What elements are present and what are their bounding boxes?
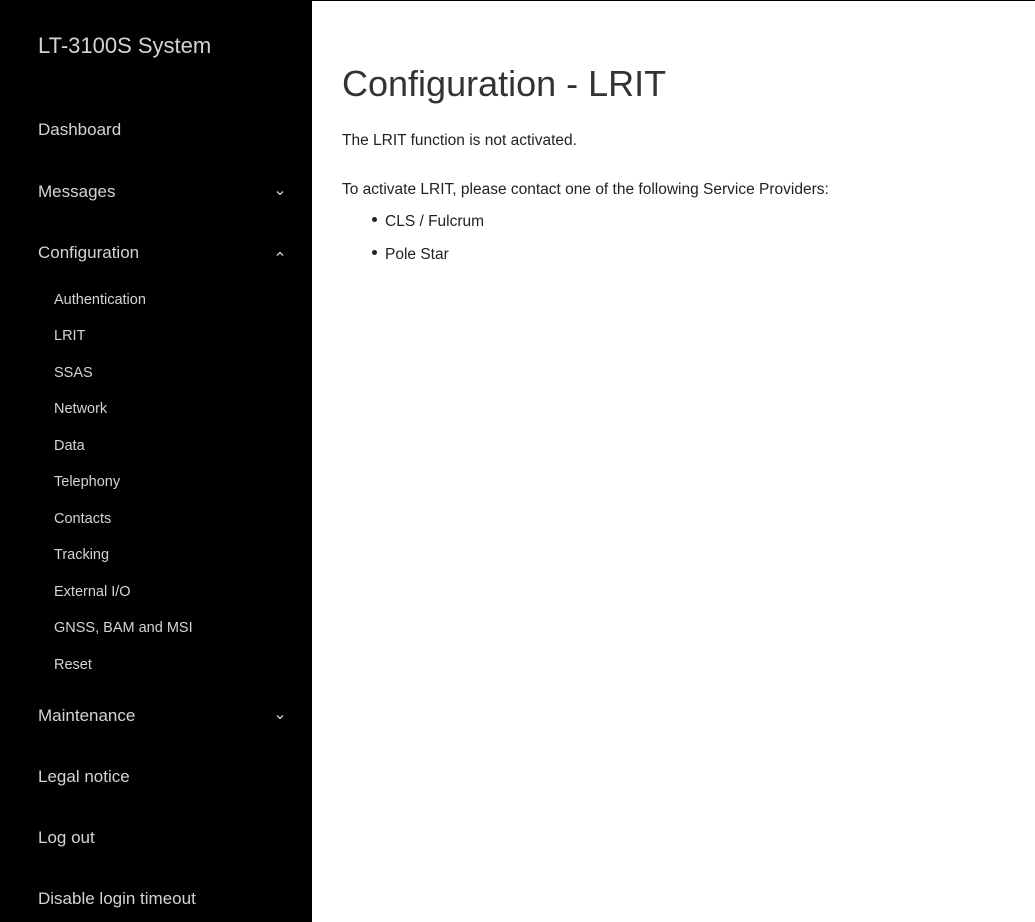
chevron-down-icon — [274, 179, 288, 205]
sidebar-subitem-reset[interactable]: Reset — [54, 654, 92, 676]
list-item: CLS / Fulcrum — [372, 213, 484, 231]
lrit-status-text: The LRIT function is not activated. — [342, 132, 577, 149]
page-title: Configuration - LRIT — [342, 63, 667, 104]
sidebar-item-configuration[interactable]: Configuration — [38, 240, 288, 266]
sidebar-item-label: Disable login timeout — [38, 889, 196, 908]
sidebar-subitem-contacts[interactable]: Contacts — [54, 508, 111, 530]
sidebar-item-messages[interactable]: Messages — [38, 179, 288, 205]
sidebar-subitem-data[interactable]: Data — [54, 435, 85, 457]
sidebar-subitem-gnss-bam-msi[interactable]: GNSS, BAM and MSI — [54, 617, 193, 639]
sidebar-subitem-tracking[interactable]: Tracking — [54, 544, 109, 566]
sidebar-item-maintenance[interactable]: Maintenance — [38, 703, 288, 729]
provider-name: CLS / Fulcrum — [385, 213, 485, 230]
bullet-icon — [372, 250, 377, 256]
sidebar-item-dashboard[interactable]: Dashboard — [38, 117, 288, 143]
sidebar-subitem-ssas[interactable]: SSAS — [54, 362, 93, 384]
sidebar-subitem-telephony[interactable]: Telephony — [54, 471, 120, 493]
lrit-contact-text: To activate LRIT, please contact one of … — [342, 181, 829, 198]
bullet-icon — [372, 217, 377, 223]
sidebar-item-label: Messages — [38, 182, 116, 201]
main-content: Configuration - LRIT The LRIT function i… — [312, 1, 1035, 922]
sidebar-subitem-authentication[interactable]: Authentication — [54, 289, 146, 311]
sidebar-item-label: Maintenance — [38, 706, 136, 725]
provider-name: Pole Star — [385, 246, 449, 263]
sidebar-subitem-external-io[interactable]: External I/O — [54, 581, 131, 603]
chevron-down-icon — [274, 703, 288, 729]
list-item: Pole Star — [372, 246, 449, 264]
sidebar-subitem-lrit[interactable]: LRIT — [54, 325, 85, 347]
sidebar-item-legal-notice[interactable]: Legal notice — [38, 764, 288, 790]
sidebar-item-log-out[interactable]: Log out — [38, 825, 288, 851]
app-title: LT-3100S System — [38, 33, 212, 58]
sidebar-item-label: Dashboard — [38, 120, 122, 139]
sidebar: LT-3100S System Dashboard Messages Confi… — [0, 1, 312, 922]
sidebar-subitem-network[interactable]: Network — [54, 398, 107, 420]
sidebar-item-label: Configuration — [38, 243, 140, 262]
app-window: LT-3100S System Dashboard Messages Confi… — [0, 0, 1035, 922]
sidebar-item-label: Log out — [38, 828, 95, 847]
sidebar-item-label: Legal notice — [38, 767, 130, 786]
chevron-up-icon — [274, 240, 288, 266]
sidebar-item-disable-login-timeout[interactable]: Disable login timeout — [38, 886, 288, 912]
